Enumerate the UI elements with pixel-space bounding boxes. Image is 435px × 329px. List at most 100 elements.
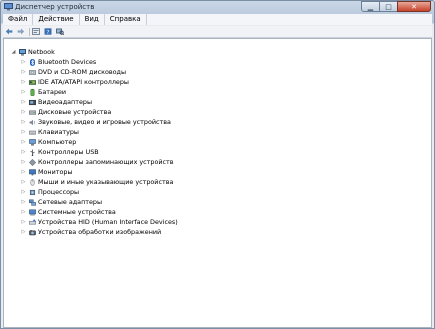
tree-category-storage-controllers[interactable]: ▷ Контроллеры запоминающих устройств [21,157,174,167]
expand-arrow-icon[interactable]: ▷ [21,59,26,65]
forward-icon [17,28,25,35]
maximize-button[interactable]: □ [379,1,398,12]
tree-category-processors[interactable]: ▷ Процессоры [21,187,80,197]
tree-category-monitors[interactable]: ▷ Мониторы [21,167,73,177]
tree-category-label: Сетевые адаптеры [38,198,103,206]
expand-arrow-icon[interactable]: ▷ [21,149,26,155]
expand-arrow-icon[interactable]: ▷ [21,229,26,235]
menu-bar: Файл Действие Вид Справка [3,14,432,25]
tree-category-hid[interactable]: ▷ Устройства HID (Human Interface Device… [21,217,178,227]
tree-category-computer[interactable]: ▷ Компьютер [21,137,77,147]
sound-icon [29,119,35,125]
close-icon: ✕ [411,3,417,11]
svg-text:?: ? [47,30,50,35]
tree-category-label: Устройства HID (Human Interface Devices) [38,218,178,226]
expand-arrow-icon[interactable]: ▷ [21,179,26,185]
toolbar: ? [3,26,432,38]
menu-view[interactable]: Вид [80,14,105,25]
maximize-icon: □ [385,3,392,11]
minimize-button[interactable]: ▁ [361,1,380,12]
tree-category-imaging[interactable]: ▷ Устройства обработки изображений [21,227,162,237]
tree-category-label: DVD и CD-ROM дисководы [38,68,127,76]
minimize-icon: ▁ [367,3,374,11]
monitor-icon [29,168,36,175]
mouse-icon [30,178,35,186]
back-icon [5,28,13,35]
tree-category-label: Контроллеры USB [38,148,99,156]
tree-root[interactable]: ◢ Netbook [11,47,55,57]
battery-icon [30,88,35,96]
tree-category-label: Мониторы [38,168,73,176]
properties-button[interactable] [32,28,40,35]
menu-help[interactable]: Справка [105,14,147,25]
bluetooth-icon [30,58,35,66]
tree-category-keyboards[interactable]: ▷ Клавиатуры [21,127,79,137]
tree-category-system-devices[interactable]: ▷ Системные устройства [21,207,116,217]
help-button[interactable]: ? [44,28,52,35]
expand-arrow-icon[interactable]: ▷ [21,89,26,95]
tree-category-label: Компьютер [38,138,77,146]
storage-controller-icon [29,158,36,166]
expand-arrow-icon[interactable]: ▷ [21,109,26,115]
collapse-arrow-icon[interactable]: ◢ [11,49,16,55]
tree-category-bluetooth[interactable]: ▷ Bluetooth Devices [21,57,97,67]
menu-file[interactable]: Файл [3,14,34,25]
tree-root-label: Netbook [28,48,55,56]
dvd-drive-icon [29,69,36,75]
imaging-device-icon [29,229,36,235]
device-manager-window: Диспетчер устройств ▁ □ ✕ Файл Действие … [0,0,435,329]
usb-icon [30,149,35,156]
device-tree-panel[interactable]: ◢ Netbook ▷ Bluetooth Devices ▷ DVD и CD… [3,38,432,328]
expand-arrow-icon[interactable]: ▷ [21,69,26,75]
tree-category-label: Системные устройства [38,208,116,216]
expand-arrow-icon[interactable]: ▷ [21,129,26,135]
device-manager-app-icon [4,3,13,11]
menu-action[interactable]: Действие [33,14,80,25]
tree-category-ide[interactable]: ▷ IDE ATA/ATAPI контроллеры [21,77,129,87]
tree-category-sound[interactable]: ▷ Звуковые, видео и игровые устройства [21,117,171,127]
tree-category-label: Процессоры [38,188,80,196]
expand-arrow-icon[interactable]: ▷ [21,139,26,145]
ide-controller-icon [29,79,36,85]
expand-arrow-icon[interactable]: ▷ [21,159,26,165]
tree-category-mice[interactable]: ▷ Мыши и иные указывающие устройства [21,177,174,187]
toolbar-separator [29,27,30,36]
scan-hardware-button[interactable] [56,28,64,35]
tree-category-disk-drives[interactable]: ▷ Дисковые устройства [21,107,112,117]
computer-icon [29,138,36,145]
back-button[interactable] [5,28,13,35]
tree-category-network-adapters[interactable]: ▷ Сетевые адаптеры [21,197,102,207]
tree-category-label: Контроллеры запоминающих устройств [38,158,174,166]
forward-button[interactable] [17,28,25,35]
tree-category-display-adapters[interactable]: ▷ Видеоадаптеры [21,97,92,107]
properties-icon [32,28,40,35]
hid-icon [29,219,36,224]
tree-category-usb[interactable]: ▷ Контроллеры USB [21,147,99,157]
tree-category-label: Батареи [38,88,67,96]
tree-category-label: Bluetooth Devices [38,58,97,66]
expand-arrow-icon[interactable]: ▷ [21,169,26,175]
tree-category-label: Дисковые устройства [38,108,112,116]
close-button[interactable]: ✕ [397,1,431,12]
keyboard-icon [29,130,36,134]
expand-arrow-icon[interactable]: ▷ [21,79,26,85]
expand-arrow-icon[interactable]: ▷ [21,99,26,105]
expand-arrow-icon[interactable]: ▷ [21,119,26,125]
tree-category-label: Устройства обработки изображений [38,228,162,236]
disk-drive-icon [29,110,36,115]
tree-category-batteries[interactable]: ▷ Батареи [21,87,67,97]
computer-icon [19,48,26,55]
help-icon: ? [44,28,52,35]
title-bar[interactable]: Диспетчер устройств ▁ □ ✕ [1,1,434,14]
tree-category-label: Звуковые, видео и игровые устройства [38,118,171,126]
expand-arrow-icon[interactable]: ▷ [21,189,26,195]
expand-arrow-icon[interactable]: ▷ [21,199,26,205]
tree-category-label: Видеоадаптеры [38,98,92,106]
expand-arrow-icon[interactable]: ▷ [21,219,26,225]
tree-category-dvd[interactable]: ▷ DVD и CD-ROM дисководы [21,67,126,77]
system-device-icon [29,209,36,215]
expand-arrow-icon[interactable]: ▷ [21,209,26,215]
tree-category-label: IDE ATA/ATAPI контроллеры [38,78,129,86]
scan-hardware-icon [56,28,64,35]
tree-category-label: Мыши и иные указывающие устройства [38,178,174,186]
